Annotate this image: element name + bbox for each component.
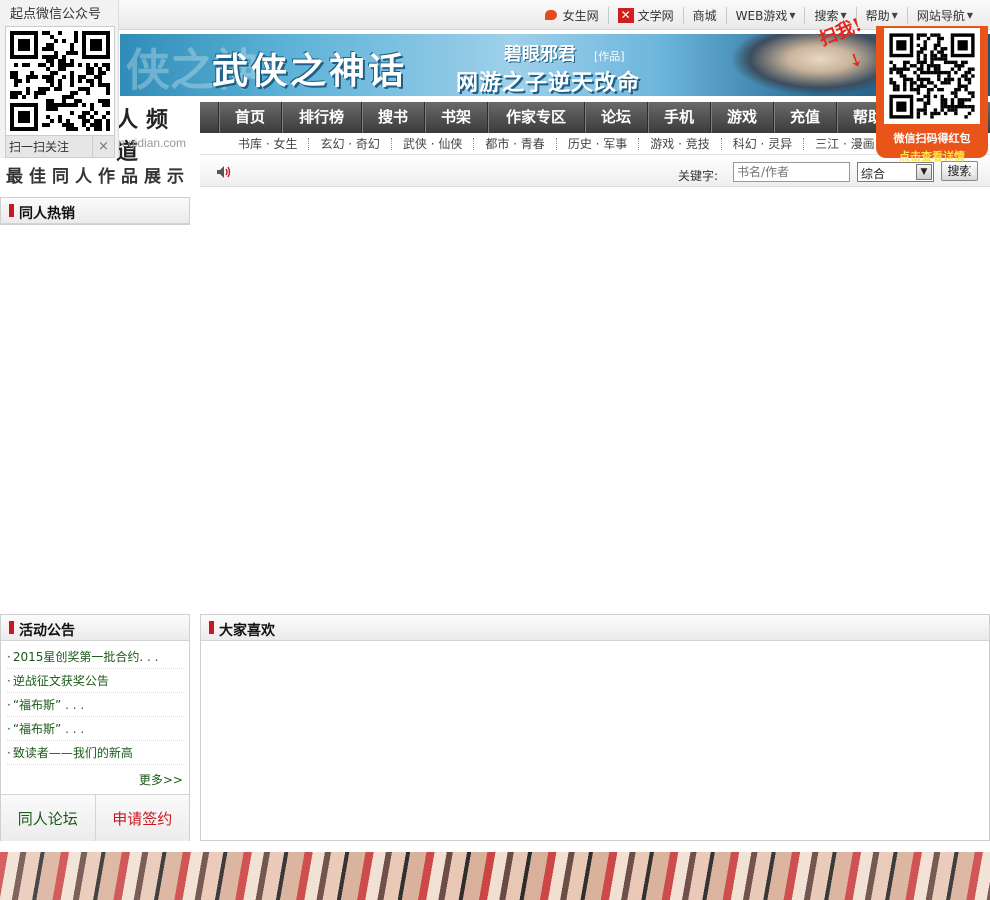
top-nav-label: 商城	[692, 8, 717, 23]
announcement-item[interactable]: · “福布斯” . . .	[7, 693, 184, 717]
main-nav: 首页 排行榜 搜书 书架 作家专区 论坛 手机 游戏 充值 帮助	[200, 102, 990, 133]
channel-name: 人频道	[116, 107, 177, 165]
banner-subtitle: 网游之子逆天改命	[456, 70, 641, 96]
category-link[interactable]: 三江 · 漫画	[803, 137, 885, 150]
section-marker	[9, 621, 14, 634]
channel-slogan: 最佳同人作品展示	[6, 167, 190, 187]
section-header: 同人热销	[1, 198, 189, 224]
chevron-down-icon: ▼	[916, 164, 932, 180]
category-link[interactable]: 玄幻 · 奇幻	[308, 137, 390, 150]
main-nav-item[interactable]: 搜书	[361, 102, 424, 133]
search-scope-select[interactable]: 综合 ▼	[857, 162, 934, 182]
category-nav: 书库 · 女生 玄幻 · 奇幻 武侠 · 仙侠 都市 · 青春 历史 · 军事 游戏 · …	[200, 133, 990, 155]
category-link[interactable]: 书库 · 女生	[238, 138, 308, 150]
announcement-section: 活动公告 · 2015星创奖第一批合约. . . · 逆战征文获奖公告 · “福布斯” .…	[0, 614, 190, 841]
main-nav-item[interactable]: 论坛	[584, 102, 647, 133]
chevron-down-icon: ▼	[789, 10, 796, 20]
apply-sign-button[interactable]: 申请签约	[95, 795, 189, 841]
top-nav-item[interactable]: 女生网	[535, 7, 608, 24]
top-nav-item[interactable]: WEB游戏 ▼	[725, 6, 805, 24]
top-nav-item[interactable]: ✕ 文学网	[607, 6, 683, 24]
wechat-red-packet-promo[interactable]: 扫我! ➘ 微信扫码得红包 点击查看详情 X	[816, 4, 988, 179]
main-nav-item[interactable]: 手机	[647, 102, 710, 133]
announcement-list: · 2015星创奖第一批合约. . . · 逆战征文获奖公告 · “福布斯” . . . ·…	[1, 641, 189, 765]
wechat-follow-box: 起点微信公众号 扫一扫关注 ×	[0, 0, 119, 158]
top-nav-label: WEB游戏	[735, 8, 788, 23]
section-title: 大家喜欢	[219, 623, 275, 639]
wechat-box-footer: 扫一扫关注 ×	[5, 136, 115, 158]
wechat-qr-code	[5, 26, 115, 136]
announcement-item[interactable]: · 致读者——我们的新高	[7, 741, 184, 765]
promo-line-2: 点击查看详情	[899, 150, 965, 163]
main-nav-item[interactable]: 充值	[773, 102, 836, 133]
announcement-item[interactable]: · “福布斯” . . .	[7, 717, 184, 741]
announcement-title: “福布斯” . . .	[12, 722, 85, 736]
bullet-icon: ·	[7, 722, 11, 736]
banner-tag: [作品]	[594, 50, 625, 63]
bullet-icon: ·	[7, 698, 11, 712]
close-icon[interactable]: ×	[92, 136, 114, 157]
qd-women-logo-icon	[544, 8, 559, 22]
close-icon[interactable]: X	[966, 164, 975, 179]
section-header: 大家喜欢	[201, 615, 989, 641]
top-nav-label: 女生网	[562, 8, 599, 23]
category-link[interactable]: 科幻 · 灵异	[720, 137, 803, 150]
wenxue-logo-icon: ✕	[617, 7, 634, 23]
main-nav-item[interactable]: 游戏	[710, 102, 773, 133]
qr-code-icon	[10, 31, 110, 131]
forum-button[interactable]: 同人论坛	[1, 795, 96, 841]
announcement-title: “福布斯” . . .	[12, 698, 85, 712]
promo-line-1: 微信扫码得红包	[893, 132, 971, 145]
more-link[interactable]: 更多>>	[139, 771, 183, 788]
banner-title: 武侠之神话	[212, 50, 408, 92]
main-nav-item[interactable]: 书架	[424, 102, 487, 133]
channel-domain: n.qidian.com	[118, 136, 187, 150]
keyword-label: 关键字:	[678, 169, 719, 183]
hot-sales-section: 同人热销	[0, 197, 190, 225]
bullet-icon: ·	[7, 746, 11, 760]
search-bar: 关键字: 综合 ▼ 搜索	[200, 156, 990, 187]
category-link[interactable]: 历史 · 军事	[555, 137, 638, 150]
main-nav-item[interactable]: 排行榜	[281, 102, 361, 133]
section-title: 活动公告	[19, 623, 75, 639]
top-nav-item[interactable]: 商城	[682, 6, 726, 24]
banner-author: 碧眼邪君	[504, 44, 576, 65]
section-header: 活动公告	[1, 615, 189, 641]
recommended-section: 大家喜欢	[200, 614, 990, 841]
search-scope-value: 综合	[861, 167, 886, 181]
top-nav-label: 文学网	[637, 8, 674, 23]
speaker-icon[interactable]	[216, 165, 232, 179]
bullet-icon: ·	[7, 674, 11, 688]
main-nav-item[interactable]: 首页	[218, 102, 281, 133]
wechat-scan-label: 扫一扫关注	[9, 140, 70, 154]
section-marker	[209, 621, 214, 634]
announcement-item[interactable]: · 2015星创奖第一批合约. . .	[7, 645, 184, 669]
section-title: 同人热销	[19, 206, 75, 222]
qr-code-icon	[889, 33, 975, 119]
announcement-title: 2015星创奖第一批合约. . .	[12, 650, 159, 664]
announcement-title: 逆战征文获奖公告	[12, 674, 109, 688]
category-link[interactable]: 游戏 · 竞技	[638, 137, 720, 150]
promo-qr-code	[884, 28, 980, 124]
promo-body: 微信扫码得红包 点击查看详情 X	[876, 26, 988, 179]
bottom-banner[interactable]	[0, 852, 990, 900]
announcement-actions: 同人论坛 申请签约	[1, 794, 189, 841]
category-link[interactable]: 都市 · 青春	[473, 137, 555, 150]
search-input[interactable]	[733, 162, 850, 182]
announcement-title: 致读者——我们的新高	[12, 746, 133, 760]
section-marker	[9, 204, 14, 217]
main-nav-item[interactable]: 作家专区	[487, 102, 584, 133]
bullet-icon: ·	[7, 650, 11, 664]
banner-overlay	[0, 852, 990, 900]
announcement-item[interactable]: · 逆战征文获奖公告	[7, 669, 184, 693]
category-link[interactable]: 武侠 · 仙侠	[390, 137, 473, 150]
